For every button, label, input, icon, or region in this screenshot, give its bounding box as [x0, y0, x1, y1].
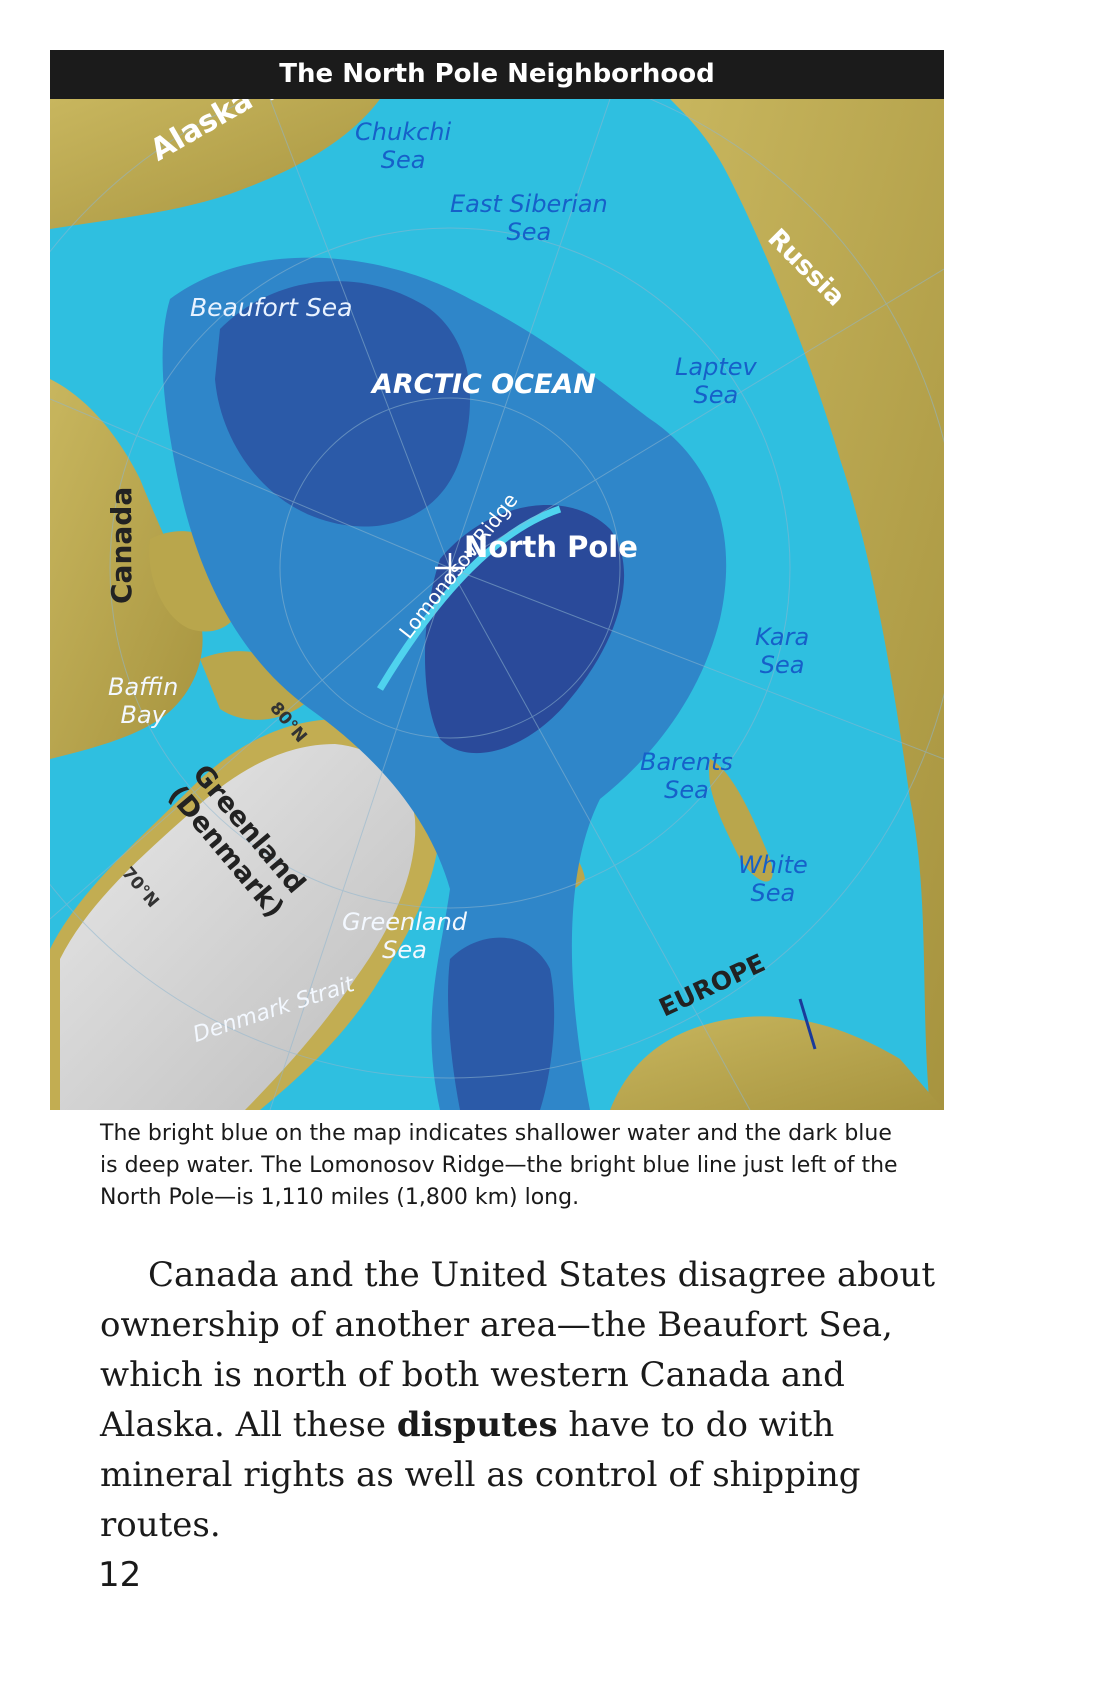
label-beaufort-sea: Beaufort Sea [190, 293, 353, 322]
page-number: 12 [98, 1555, 142, 1595]
label-baffin-bay: Baffin Bay [108, 673, 179, 729]
map-title: The North Pole Neighborhood [50, 50, 944, 99]
label-laptev-sea: Laptev Sea [675, 353, 757, 409]
label-arctic-ocean: ARCTIC OCEAN [372, 369, 596, 400]
map-caption: The bright blue on the map indicates sha… [100, 1121, 898, 1210]
label-east-siberian-sea: East Siberian Sea [450, 190, 608, 246]
label-greenland-sea: Greenland Sea [342, 908, 468, 964]
label-barents-sea: Barents Sea [640, 748, 733, 804]
label-white-sea: White Sea [738, 851, 808, 907]
arctic-map: Alaska (USA) ChukchiSea East SiberianSea… [50, 99, 944, 1110]
label-north-pole: North Pole [464, 530, 638, 564]
label-canada: Canada [105, 486, 138, 604]
body-paragraph: Canada and the United States disagree ab… [100, 1250, 960, 1550]
vocab-word: disputes [396, 1405, 558, 1445]
label-chukchi-sea: Chukchi Sea [355, 118, 452, 174]
label-kara-sea: Kara Sea [755, 623, 810, 679]
